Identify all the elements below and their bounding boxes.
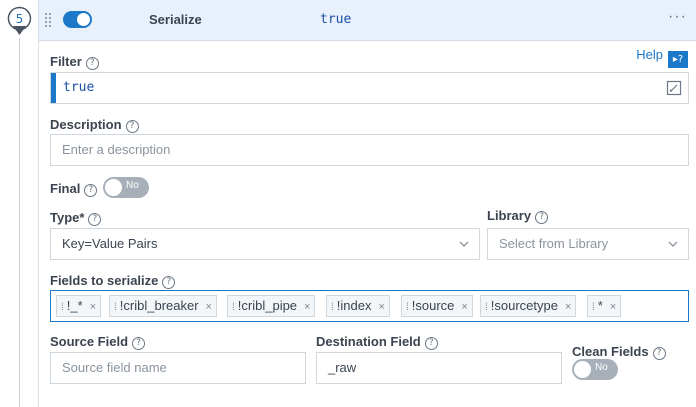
- fields-help-icon[interactable]: ?: [162, 276, 176, 289]
- library-help-icon[interactable]: ?: [535, 211, 549, 224]
- clean-fields-help-icon[interactable]: ?: [652, 347, 666, 360]
- field-tag[interactable]: ⁞ !source ×: [401, 295, 473, 317]
- field-tag-label: !sourcetype: [490, 298, 558, 313]
- final-help-icon[interactable]: ?: [84, 184, 98, 197]
- type-label-text: Type*: [50, 210, 85, 225]
- remove-tag-icon[interactable]: ×: [378, 301, 384, 313]
- destination-field-input[interactable]: _raw: [316, 352, 562, 384]
- help-label: Help: [636, 47, 663, 62]
- type-select[interactable]: Key=Value Pairs: [50, 228, 480, 260]
- filter-label-text: Filter: [50, 54, 82, 69]
- destination-field-value: _raw: [328, 360, 357, 375]
- field-tag-label: !cribl_breaker: [119, 298, 199, 313]
- filter-accent-bar: [51, 73, 56, 103]
- function-enabled-toggle[interactable]: [63, 11, 92, 28]
- drag-grip-icon[interactable]: ⁞: [406, 302, 409, 313]
- expand-editor-icon[interactable]: [666, 80, 682, 96]
- chevron-down-icon: [459, 241, 469, 247]
- drag-grip-icon[interactable]: ⁞: [61, 302, 64, 313]
- source-field-placeholder: Source field name: [62, 360, 167, 375]
- description-label: Description?: [50, 117, 139, 133]
- field-tag[interactable]: ⁞ !cribl_breaker ×: [109, 295, 217, 317]
- library-placeholder: Select from Library: [499, 236, 609, 251]
- field-tag[interactable]: ⁞ * ×: [587, 295, 622, 317]
- field-tag-label: !_*: [66, 298, 83, 313]
- destination-field-help-icon[interactable]: ?: [424, 337, 438, 350]
- drag-grip-icon[interactable]: ⁞: [592, 302, 595, 313]
- toggle-knob: [105, 179, 122, 196]
- fields-tag-input[interactable]: ⁞ !_* × ⁞ !cribl_breaker × ⁞ !cribl_pipe × ⁞ !i…: [50, 290, 689, 322]
- remove-tag-icon[interactable]: ×: [610, 301, 616, 313]
- function-panel: Serialize true ··· Help ▸? Filter? true D…: [38, 0, 696, 407]
- source-field-label: Source Field?: [50, 334, 146, 350]
- clean-fields-toggle-label: No: [595, 362, 608, 373]
- library-label: Library?: [487, 208, 549, 224]
- header-filter-expression: true: [320, 12, 352, 27]
- description-placeholder: Enter a description: [62, 142, 171, 157]
- fields-label: Fields to serialize?: [50, 273, 176, 289]
- type-selected-value: Key=Value Pairs: [62, 236, 158, 251]
- field-tag-label: !source: [411, 298, 455, 313]
- pipeline-gutter: 5: [0, 0, 38, 407]
- final-label-text: Final: [50, 181, 81, 196]
- remove-tag-icon[interactable]: ×: [461, 301, 467, 313]
- final-toggle-label: No: [126, 180, 139, 191]
- clean-fields-toggle[interactable]: No: [572, 359, 618, 380]
- drag-handle-icon[interactable]: [44, 12, 52, 28]
- drag-grip-icon[interactable]: ⁞: [485, 302, 488, 313]
- destination-field-label-text: Destination Field: [316, 334, 421, 349]
- remove-tag-icon[interactable]: ×: [206, 301, 212, 313]
- description-label-text: Description: [50, 117, 122, 132]
- function-header[interactable]: Serialize true ···: [39, 0, 696, 41]
- library-label-text: Library: [487, 208, 532, 223]
- drag-grip-icon[interactable]: ⁞: [114, 302, 117, 313]
- final-toggle[interactable]: No: [103, 177, 149, 198]
- library-select[interactable]: Select from Library: [487, 228, 689, 260]
- help-book-icon: ▸?: [668, 51, 688, 68]
- filter-expression-value: true: [63, 80, 95, 95]
- field-tag[interactable]: ⁞ !cribl_pipe ×: [227, 295, 316, 317]
- source-field-help-icon[interactable]: ?: [132, 337, 146, 350]
- clean-fields-label: Clean Fields?: [572, 344, 666, 360]
- field-tag[interactable]: ⁞ !index ×: [326, 295, 390, 317]
- source-field-label-text: Source Field: [50, 334, 129, 349]
- help-link[interactable]: Help ▸?: [636, 47, 688, 68]
- type-help-icon[interactable]: ?: [88, 213, 102, 226]
- description-input[interactable]: Enter a description: [50, 134, 689, 166]
- filter-help-icon[interactable]: ?: [85, 57, 99, 70]
- fields-label-text: Fields to serialize: [50, 273, 159, 288]
- remove-tag-icon[interactable]: ×: [304, 301, 310, 313]
- final-label: Final?: [50, 181, 98, 197]
- filter-label: Filter?: [50, 54, 99, 70]
- function-name: Serialize: [149, 12, 202, 27]
- field-tag[interactable]: ⁞ !_* ×: [56, 295, 102, 317]
- field-tag-label: !cribl_pipe: [237, 298, 298, 313]
- destination-field-label: Destination Field?: [316, 334, 438, 350]
- field-tag-label: *: [597, 298, 603, 313]
- more-options-button[interactable]: ···: [668, 8, 687, 26]
- remove-tag-icon[interactable]: ×: [90, 301, 96, 313]
- drag-grip-icon[interactable]: ⁞: [331, 302, 334, 313]
- description-help-icon[interactable]: ?: [125, 120, 139, 133]
- step-number: 5: [15, 12, 24, 26]
- field-tag[interactable]: ⁞ !sourcetype ×: [480, 295, 577, 317]
- toggle-knob: [77, 13, 90, 26]
- remove-tag-icon[interactable]: ×: [565, 301, 571, 313]
- field-tag-label: !index: [336, 298, 372, 313]
- source-field-input[interactable]: Source field name: [50, 352, 306, 384]
- chevron-down-icon: [668, 241, 678, 247]
- filter-expression-input[interactable]: true: [50, 72, 689, 104]
- type-label: Type*?: [50, 210, 102, 226]
- gutter-line: [19, 38, 20, 407]
- drag-grip-icon[interactable]: ⁞: [232, 302, 235, 313]
- clean-fields-label-text: Clean Fields: [572, 344, 649, 359]
- toggle-knob: [574, 361, 591, 378]
